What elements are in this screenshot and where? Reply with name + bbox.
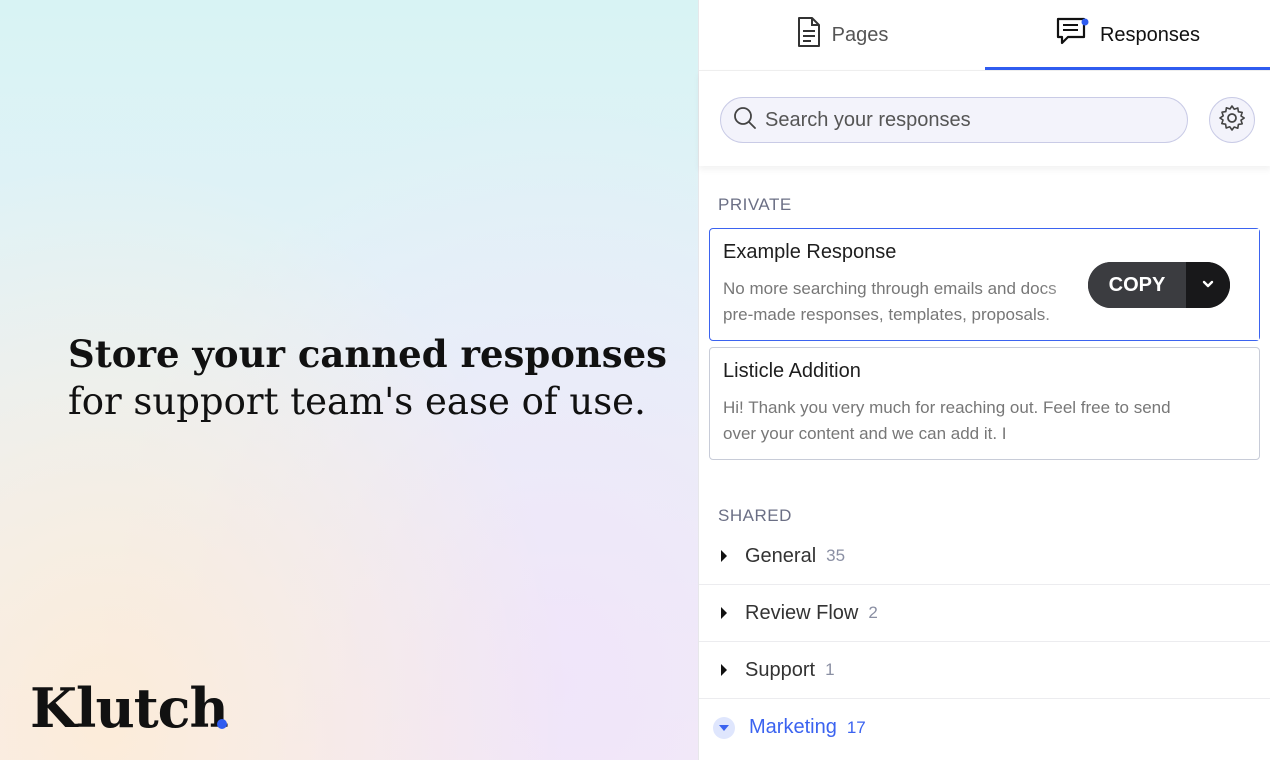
folder-name: Support (745, 658, 816, 681)
chat-icon (1056, 17, 1090, 53)
folder-name: Review Flow (745, 601, 859, 624)
promo-headline: Store your canned responses for support … (68, 330, 667, 426)
document-icon (796, 16, 822, 54)
folder-count: 1 (825, 660, 835, 679)
tab-pages[interactable]: Pages (699, 0, 985, 70)
search-bar-area (699, 70, 1270, 166)
copy-options-button[interactable] (1186, 262, 1230, 308)
caret-right-icon (719, 605, 731, 621)
folder-review-flow[interactable]: Review Flow 2 (699, 585, 1270, 642)
private-section-label: PRIVATE (718, 195, 792, 214)
folder-count: 17 (846, 717, 866, 737)
tab-bar: Pages Responses (699, 0, 1270, 70)
responses-panel: Pages Responses Search your responses PR… (698, 0, 1270, 760)
copy-button[interactable]: COPY (1088, 262, 1186, 308)
gear-icon (1218, 104, 1246, 137)
tab-responses[interactable]: Responses (985, 0, 1270, 70)
copy-button-group: COPY (1088, 262, 1230, 308)
folder-count: 35 (826, 546, 846, 565)
response-preview: Hi! Thank you very much for reaching out… (723, 395, 1246, 447)
search-box (720, 97, 1188, 143)
response-title: Listicle Addition (723, 360, 861, 382)
shared-section-label: SHARED (718, 506, 792, 525)
caret-right-icon (719, 548, 731, 564)
tab-pages-label: Pages (831, 23, 889, 46)
folder-support[interactable]: Support 1 (699, 642, 1270, 699)
folder-name: General (745, 544, 817, 567)
caret-right-icon (719, 662, 731, 678)
chevron-down-icon (1201, 276, 1215, 294)
klutch-logo: Klutch (30, 676, 229, 740)
search-input[interactable] (765, 108, 1165, 132)
promo-area: Store your canned responses for support … (0, 0, 698, 760)
logo-dot (217, 719, 227, 729)
caret-down-icon (713, 716, 735, 739)
folder-name: Marketing (749, 716, 837, 738)
response-preview-line: over your content and we can add it. I (723, 424, 1007, 443)
folder-count: 2 (868, 603, 878, 622)
search-icon (733, 106, 757, 135)
settings-button[interactable] (1209, 97, 1255, 143)
tab-responses-label: Responses (1099, 23, 1201, 46)
response-preview-line: Hi! Thank you very much for reaching out… (723, 398, 1171, 417)
folder-general[interactable]: General 35 (699, 528, 1270, 585)
headline-normal: for support team's ease of use. (68, 380, 646, 423)
headline-bold: Store your canned responses (68, 332, 667, 376)
response-card-listicle[interactable]: Listicle Addition Hi! Thank you very muc… (709, 347, 1260, 460)
folder-marketing[interactable]: Marketing 17 (699, 699, 1270, 756)
